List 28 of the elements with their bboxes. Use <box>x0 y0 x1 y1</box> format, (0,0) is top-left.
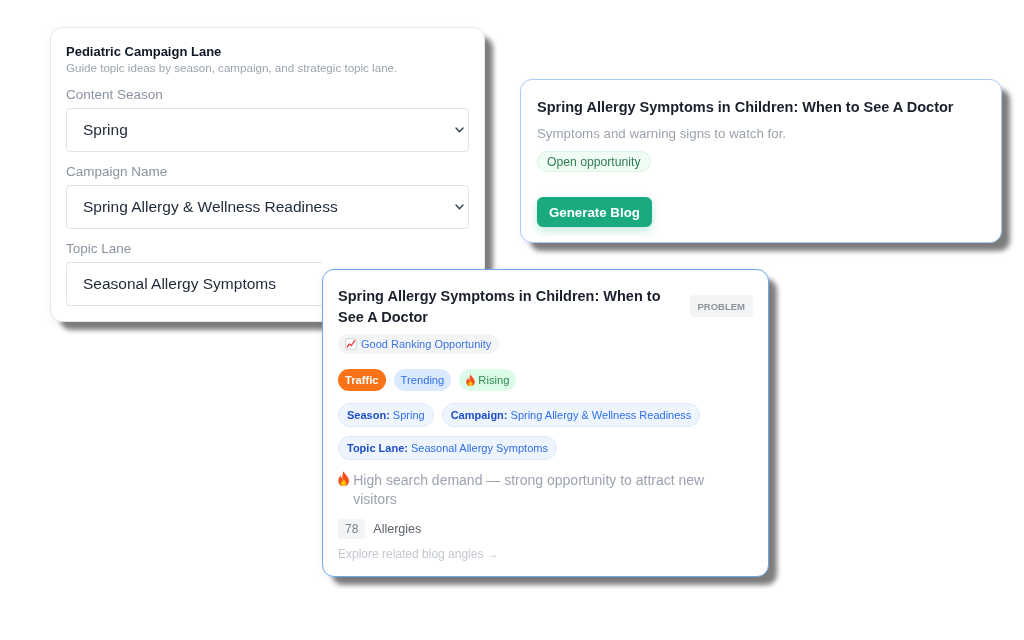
trend-tag: Trending <box>393 369 452 391</box>
attribute-tag: Season: Spring <box>338 403 434 427</box>
keyword-label: Allergies <box>373 522 422 536</box>
ranking-label: Good Ranking Opportunity <box>361 338 492 350</box>
fire-icon <box>338 471 350 486</box>
trend-tag: Traffic <box>338 369 386 391</box>
text-field[interactable]: Seasonal Allergy Symptoms <box>66 262 322 306</box>
chevron-down-icon <box>455 204 464 210</box>
card-title: Pediatric Campaign Lane <box>66 43 223 60</box>
chart-increasing-icon <box>345 338 357 350</box>
card-title: Spring Allergy Symptoms in Children: When to See A Doctor <box>537 98 954 117</box>
status-tag: Open opportunity <box>537 151 651 172</box>
field-label: Content Season <box>66 86 163 104</box>
card-description: Symptoms and warning signs to watch for. <box>537 125 787 143</box>
dropdown-field[interactable]: Spring <box>66 108 469 152</box>
keyword-count: 78 <box>338 519 366 539</box>
card-title: Spring Allergy Symptoms in Children: When to See A Doctor <box>338 287 662 327</box>
card-description: Guide topic ideas by season, campaign, and strategic topic lane. <box>66 60 399 75</box>
dropdown-field[interactable]: Spring Allergy & Wellness Readiness <box>66 185 469 229</box>
chevron-down-icon <box>455 127 464 133</box>
field-label: Campaign Name <box>66 163 168 181</box>
field-label: Topic Lane <box>66 240 132 258</box>
insight-text: High search demand — strong opportunity to attract new visitors <box>353 471 706 509</box>
tag-label: Rising <box>478 374 510 386</box>
attribute-tag: Topic Lane: Seasonal Allergy Symptoms <box>338 436 557 460</box>
attribute-tag: Campaign: Spring Allergy & Wellness Readiness <box>441 403 701 427</box>
type-tag: PROBLEM <box>689 295 753 317</box>
fire-icon <box>466 374 476 386</box>
